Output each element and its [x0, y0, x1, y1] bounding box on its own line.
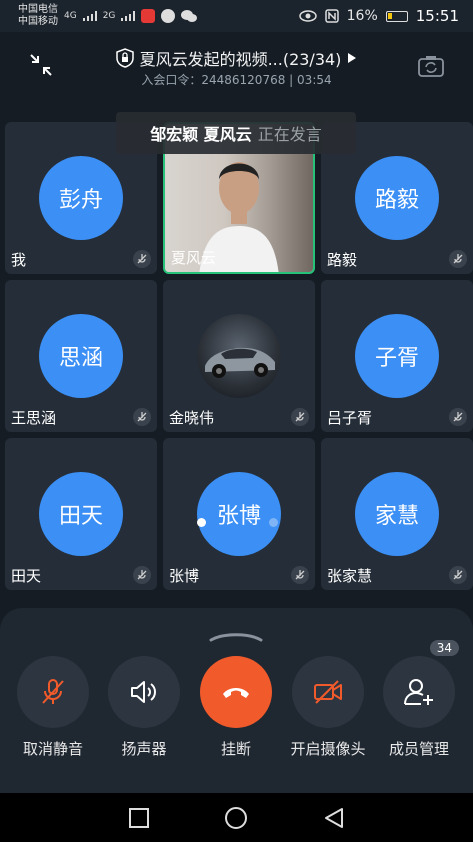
avatar: 张博 [197, 472, 281, 556]
camera-switch-icon [418, 56, 444, 77]
participant-name: 我 [11, 251, 27, 269]
mic-muted-icon [449, 250, 467, 268]
square-icon [128, 807, 149, 828]
mic-muted-icon [291, 566, 309, 584]
separator: | [289, 73, 294, 87]
mic-muted-icon [449, 408, 467, 426]
recent-apps-button[interactable] [126, 805, 152, 831]
switch-camera-button[interactable] [417, 54, 445, 78]
page-dot [269, 518, 278, 527]
hangup-circle [200, 656, 272, 728]
avatar: 田天 [39, 472, 123, 556]
control-panel: 取消静音 扬声器 挂断 开启摄像头 34 成员管理 [0, 608, 473, 793]
meeting-info: 入会口令：24486120768 | 03:54 [0, 71, 473, 88]
clock: 15:51 [415, 7, 459, 25]
speaking-banner: 邹宏颖 夏风云 正在发言 [116, 112, 356, 154]
participant-name: 路毅 [327, 251, 358, 269]
meeting-title-row[interactable]: 夏风云发起的视频...(23/34) [0, 46, 473, 70]
speaker-label: 扬声器 [121, 740, 167, 758]
hangup-label: 挂断 [220, 740, 251, 758]
hangup-icon [223, 688, 249, 698]
meeting-code-label: 入会口令： [141, 73, 202, 87]
mic-muted-icon [449, 566, 467, 584]
carrier-names: 中国电信 中国移动 [18, 4, 58, 28]
members-circle: 34 [383, 640, 459, 728]
system-nav-bar [0, 793, 473, 842]
participant-name: 张博 [169, 567, 200, 585]
member-management-button[interactable]: 34 成员管理 [373, 640, 465, 759]
participant-tile[interactable]: 金晓伟 [163, 280, 315, 432]
unmute-label: 取消静音 [22, 740, 83, 758]
avatar: 思涵 [39, 314, 123, 398]
add-member-icon [404, 679, 433, 705]
circle-home-icon [225, 806, 248, 829]
back-triangle-icon [325, 807, 344, 828]
participant-tile[interactable]: 思涵 王思涵 [5, 280, 157, 432]
mic-muted-icon [291, 408, 309, 426]
participant-name: 夏风云 [171, 249, 217, 267]
car-photo-avatar [197, 314, 281, 398]
participant-name: 张家慧 [327, 567, 373, 585]
speaking-status: 正在发言 [257, 125, 322, 144]
signal-1: 4G [64, 11, 77, 21]
participant-tile[interactable]: 子胥 吕子胥 [321, 280, 473, 432]
participant-tile[interactable]: 家慧 张家慧 [321, 438, 473, 590]
back-button[interactable] [321, 805, 347, 831]
speaker-names: 邹宏颖 夏风云 [150, 125, 252, 144]
nav-app-icon [161, 9, 176, 23]
page-dot [197, 518, 206, 527]
unmute-button[interactable]: 取消静音 [7, 656, 99, 759]
camera-label: 开启摄像头 [290, 740, 366, 758]
mic-muted-icon [133, 408, 151, 426]
participant-name: 吕子胥 [327, 409, 373, 427]
signal-bars-icon [82, 11, 97, 21]
carrier-1: 中国电信 [18, 4, 58, 15]
participant-name: 田天 [11, 567, 42, 585]
participant-tile[interactable]: 张博 张博 [163, 438, 315, 590]
meeting-duration: 03:54 [297, 73, 332, 87]
meeting-title: 夏风云发起的视频...(23/34) [139, 50, 342, 69]
home-button[interactable] [223, 805, 249, 831]
carrier-2: 中国移动 [18, 16, 58, 27]
participant-tile[interactable]: 田天 田天 [5, 438, 157, 590]
camera-circle [292, 656, 364, 728]
mic-muted-icon [133, 566, 151, 584]
play-arrow-icon [348, 53, 357, 63]
status-bar: 中国电信 中国移动 4G 2G 16% 15:51 [0, 0, 473, 32]
nfc-icon [324, 9, 339, 23]
hangup-button[interactable]: 挂断 [190, 656, 282, 759]
speaker-button[interactable]: 扬声器 [98, 656, 190, 759]
unmute-circle [17, 656, 89, 728]
participant-name: 王思涵 [11, 409, 57, 427]
panel-handle-icon[interactable] [209, 630, 263, 642]
avatar: 家慧 [355, 472, 439, 556]
mic-muted-icon [42, 679, 64, 704]
recorder-app-icon [141, 9, 156, 23]
camera-off-icon [314, 680, 342, 704]
avatar: 路毅 [355, 156, 439, 240]
eye-icon [298, 10, 317, 22]
signal-2: 2G [102, 11, 116, 21]
speaker-circle [108, 656, 180, 728]
signal-bars-icon-2 [121, 11, 136, 21]
battery-icon [385, 10, 408, 22]
meeting-code: 24486120768 [201, 73, 286, 87]
wechat-icon [181, 9, 198, 23]
speaker-icon [131, 681, 156, 703]
status-right: 16% 15:51 [298, 7, 459, 25]
camera-button[interactable]: 开启摄像头 [282, 656, 374, 759]
battery-percent: 16% [346, 8, 378, 24]
avatar: 子胥 [355, 314, 439, 398]
participant-name: 金晓伟 [169, 409, 215, 427]
status-left: 中国电信 中国移动 4G 2G [18, 4, 198, 28]
mic-muted-icon [133, 250, 151, 268]
member-management-label: 成员管理 [388, 740, 449, 758]
member-count-badge: 34 [429, 640, 459, 656]
avatar: 彭舟 [39, 156, 123, 240]
shield-lock-icon [115, 48, 134, 68]
meeting-header: 夏风云发起的视频...(23/34) 入会口令：24486120768 | 03… [0, 32, 473, 92]
